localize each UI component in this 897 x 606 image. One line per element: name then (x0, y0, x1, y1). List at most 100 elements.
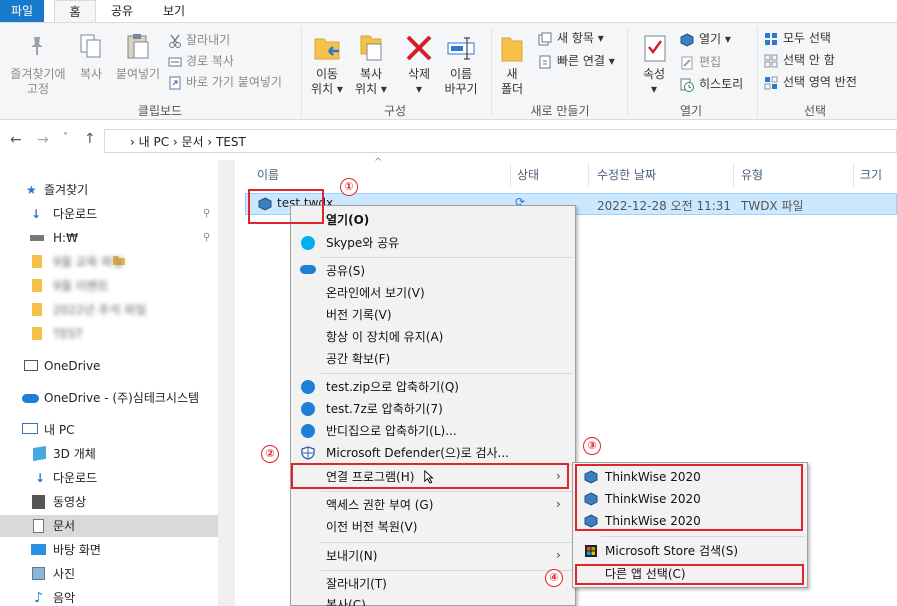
edit-button[interactable]: 편집 (699, 54, 721, 70)
properties-button[interactable]: 속성 ▾ (636, 67, 672, 97)
cube-icon (33, 445, 46, 462)
menu-grant-access[interactable]: 액세스 권한 부여 (G) (326, 494, 433, 516)
drive-icon (30, 235, 44, 241)
rename-button[interactable]: 이름 바꾸기 (439, 67, 483, 97)
menu-separator (601, 536, 805, 537)
copy-path-button[interactable]: 경로 복사 (186, 53, 234, 69)
properties-icon (644, 35, 666, 62)
nav-documents[interactable]: 문서 (0, 515, 218, 537)
nav-folder[interactable]: 9월 교육 파일 (0, 251, 218, 273)
column-status[interactable]: 상태 (517, 163, 539, 187)
select-none-icon (764, 54, 778, 68)
navigation-scrollbar[interactable] (218, 160, 235, 606)
menu-restore-versions[interactable]: 이전 버전 복원(V) (326, 516, 417, 538)
move-to-button[interactable]: 이동 위치 ▾ (304, 67, 350, 97)
menu-view-online[interactable]: 온라인에서 보기(V) (326, 282, 425, 304)
menu-copy[interactable]: 복사(C) (326, 594, 366, 606)
select-none-button[interactable]: 선택 안 함 (783, 52, 835, 68)
menu-open[interactable]: 열기(O) (326, 209, 369, 231)
invert-selection-button[interactable]: 선택 영역 반전 (783, 74, 857, 90)
menu-separator (321, 373, 573, 374)
chevron-right-icon: › (556, 548, 561, 562)
copy-to-button[interactable]: 복사 위치 ▾ (350, 67, 392, 97)
nav-music[interactable]: ♪ 음악 (0, 587, 218, 606)
nav-pictures[interactable]: 사진 (0, 563, 218, 585)
highlight-box (248, 189, 324, 224)
store-icon (585, 545, 597, 557)
easy-access-button[interactable]: 빠른 연결 ▾ (557, 53, 615, 69)
pin-icon: ⚲ (203, 232, 211, 243)
menu-skype-share[interactable]: Skype와 공유 (326, 232, 399, 254)
nav-desktop[interactable]: 바탕 화면 (0, 539, 218, 561)
recent-locations-chevron-icon[interactable]: ˅ (63, 132, 68, 143)
delete-icon (406, 35, 432, 61)
menu-defender[interactable]: Microsoft Defender(으)로 검사... (326, 442, 509, 464)
new-item-icon (538, 32, 552, 46)
nav-folder[interactable]: 2022년 추석 파일 (0, 299, 218, 321)
nav-quick-access[interactable]: ★ 즐겨찾기 (0, 179, 218, 201)
tab-file[interactable]: 파일 (0, 0, 44, 22)
column-modified[interactable]: 수정한 날짜 (597, 163, 656, 187)
cloud-icon (22, 394, 39, 403)
folder-icon (32, 279, 42, 292)
nav-videos[interactable]: 동영상 (0, 491, 218, 513)
delete-button[interactable]: 삭제 ▾ (399, 67, 439, 97)
submenu-store-search[interactable]: Microsoft Store 검색(S) (605, 540, 738, 562)
menu-bandizip[interactable]: 반디집으로 압축하기(L)... (326, 420, 457, 442)
forward-arrow-icon[interactable]: → (37, 132, 49, 148)
nav-folder[interactable]: TEST (0, 323, 218, 345)
organize-group-label: 구성 (383, 104, 407, 118)
menu-cut[interactable]: 잘라내기(T) (326, 573, 387, 595)
column-size[interactable]: 크기 (860, 163, 882, 187)
pin-button[interactable]: 즐겨찾기에 고정 (2, 67, 74, 97)
column-type[interactable]: 유형 (741, 163, 763, 187)
menu-share[interactable]: 공유(S) (326, 260, 365, 282)
paste-button[interactable]: 붙여넣기 (110, 67, 166, 82)
menu-keep-on-device[interactable]: 항상 이 장치에 유지(A) (326, 326, 443, 348)
tab-home[interactable]: 홈 (54, 0, 96, 22)
new-item-button[interactable]: 새 항목 ▾ (557, 30, 604, 46)
menu-7z[interactable]: test.7z로 압축하기(7) (326, 398, 443, 420)
highlight-box (291, 463, 569, 489)
column-name[interactable]: 이름 (257, 163, 279, 187)
navigation-pane: ★ 즐겨찾기 ↓ 다운로드 ⚲ H:₩ ⚲ 9월 교육 파일 9월 이벤트 2022년 … (0, 160, 218, 606)
skype-icon (301, 236, 315, 250)
back-arrow-icon[interactable]: ← (10, 132, 22, 148)
tab-view[interactable]: 보기 (154, 0, 194, 22)
folder-icon (32, 255, 42, 268)
computer-icon (22, 423, 38, 434)
invert-selection-icon (764, 76, 778, 90)
nav-onedrive-org[interactable]: OneDrive - (주)심테크시스템 (0, 387, 218, 409)
chevron-right-icon: › (556, 497, 561, 511)
nav-3d-objects[interactable]: 3D 개체 (0, 443, 218, 465)
column-divider (853, 163, 854, 187)
step-badge-1: ① (340, 178, 358, 196)
tab-share[interactable]: 공유 (102, 0, 142, 22)
up-arrow-icon[interactable]: ↑ (84, 131, 96, 147)
cut-button[interactable]: 잘라내기 (186, 32, 230, 48)
copy-button[interactable]: 복사 (74, 67, 108, 82)
pictures-icon (32, 567, 45, 580)
menu-version-history[interactable]: 버전 기록(V) (326, 304, 392, 326)
menu-zip[interactable]: test.zip으로 압축하기(Q) (326, 376, 459, 398)
menu-separator (321, 257, 573, 258)
pin-icon (31, 37, 43, 55)
context-menu: 열기(O) Skype와 공유 공유(S) 온라인에서 보기(V) 버전 기록(… (290, 205, 576, 606)
menu-send-to[interactable]: 보내기(N) (326, 545, 377, 567)
nav-onedrive[interactable]: OneDrive (0, 355, 218, 377)
pin-icon: ⚲ (203, 208, 211, 219)
nav-this-pc[interactable]: 내 PC (0, 419, 218, 441)
select-all-button[interactable]: 모두 선택 (783, 30, 831, 46)
history-button[interactable]: 히스토리 (699, 76, 743, 92)
new-folder-button[interactable]: 새 폴더 (494, 67, 530, 97)
nav-folder[interactable]: 9월 이벤트 (0, 275, 218, 297)
ribbon-tabs: 파일 홈 공유 보기 (0, 0, 897, 22)
copy-to-icon (360, 35, 382, 61)
menu-free-space[interactable]: 공간 확보(F) (326, 348, 390, 370)
open-button[interactable]: 열기 ▾ (699, 31, 731, 47)
nav-downloads-pc[interactable]: ↓ 다운로드 (0, 467, 218, 489)
nav-h-drive[interactable]: H:₩ ⚲ (0, 227, 218, 249)
paste-shortcut-button[interactable]: 바로 가기 붙여넣기 (186, 74, 282, 90)
nav-downloads[interactable]: ↓ 다운로드 ⚲ (0, 203, 218, 225)
ribbon-divider (627, 27, 628, 117)
